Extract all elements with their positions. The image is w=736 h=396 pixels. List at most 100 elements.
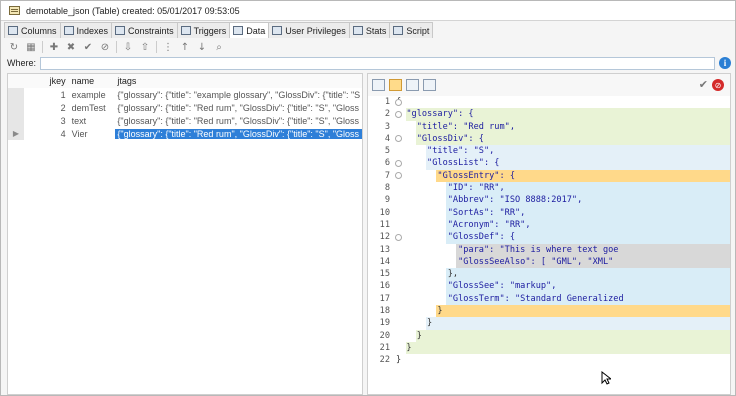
line-text: "Abbrev": "ISO 8888:2017", xyxy=(396,194,730,207)
tree-view-icon[interactable] xyxy=(406,79,419,91)
code-line[interactable]: 20 } xyxy=(368,329,730,342)
tab-triggers[interactable]: Triggers xyxy=(176,22,231,38)
code-line[interactable]: 14 "GlossSeeAlso": [ "GML", "XML" xyxy=(368,255,730,269)
tab-bar: Columns Indexes Constraints Triggers Data Use… xyxy=(4,22,434,38)
export-icon[interactable]: ⇧ xyxy=(138,41,152,54)
code-line[interactable]: 8 "ID": "RR", xyxy=(368,182,730,195)
data-grid[interactable]: jkey name jtags 1 example {"glossary": {"t… xyxy=(7,73,363,395)
code-line[interactable]: 18 } xyxy=(368,305,730,318)
line-text: }, xyxy=(396,268,730,281)
tab-script[interactable]: Script xyxy=(389,22,434,38)
sort-asc-icon[interactable]: ↑ xyxy=(178,41,192,54)
line-text: "GlossList": { xyxy=(396,157,730,170)
line-number: 11 xyxy=(368,218,396,232)
code-line[interactable]: 10 "SortAs": "RR", xyxy=(368,206,730,219)
code-line[interactable]: 21 } xyxy=(368,341,730,355)
table-icon xyxy=(9,6,20,15)
cell-jtags[interactable]: {"glossary": {"title": "Red rum", "Gloss… xyxy=(115,103,362,113)
line-number: 10 xyxy=(368,206,396,219)
line-number: 6 xyxy=(368,157,396,170)
cell-jtags[interactable]: {"glossary": {"title": "Red rum", "Gloss… xyxy=(115,128,362,139)
code-line[interactable]: 15 }, xyxy=(368,268,730,281)
window-title: demotable_json (Table) created: 05/01/20… xyxy=(26,5,240,16)
delete-icon[interactable]: ✖ xyxy=(64,41,78,54)
column-header-jkey[interactable]: jkey xyxy=(24,76,70,86)
line-text: } xyxy=(396,341,730,355)
commit-icon[interactable]: ✔ xyxy=(81,41,95,54)
find-icon[interactable]: ⌕ xyxy=(212,41,226,54)
fold-toggle-icon[interactable] xyxy=(395,98,402,106)
code-line[interactable]: 3 "title": "Red rum", xyxy=(368,120,730,133)
table-row[interactable]: ▶ 4 Vier {"glossary": {"title": "Red rum", … xyxy=(8,127,362,140)
column-header-name[interactable]: name xyxy=(70,76,116,86)
fold-toggle-icon[interactable] xyxy=(395,160,402,167)
format-icon[interactable] xyxy=(372,79,385,91)
line-number: 4 xyxy=(368,132,396,146)
code-line[interactable]: 13 "para": "This is where text goe xyxy=(368,243,730,256)
cell-jtags[interactable]: {"glossary": {"title": "example glossary… xyxy=(115,90,362,100)
tab-user-privileges[interactable]: User Privileges xyxy=(268,22,350,38)
tab-stats[interactable]: Stats xyxy=(348,22,391,38)
code-line[interactable]: 22} xyxy=(368,354,730,367)
highlight-icon[interactable] xyxy=(389,79,402,91)
code-line[interactable]: 5 "title": "S", xyxy=(368,145,730,158)
tab-data[interactable]: Data xyxy=(229,22,270,38)
code-line[interactable]: 7 "GlossEntry": { xyxy=(368,169,730,183)
row-selector[interactable] xyxy=(8,101,24,114)
tab-indexes[interactable]: Indexes xyxy=(59,22,113,38)
toolbar-separator xyxy=(156,41,157,53)
cell-name[interactable]: example xyxy=(70,90,116,100)
cell-name[interactable]: text xyxy=(70,116,116,126)
code-line[interactable]: 2 "glossary": { xyxy=(368,108,730,121)
refresh-icon[interactable]: ↻ xyxy=(7,41,21,54)
table-row[interactable]: 2 demTest {"glossary": {"title": "Red rum"… xyxy=(8,101,362,114)
table-row[interactable]: 3 text {"glossary": {"title": "Red rum", "… xyxy=(8,114,362,127)
grid-icon[interactable]: ▦ xyxy=(24,41,38,54)
code-line[interactable]: 1{ xyxy=(368,96,730,109)
fold-toggle-icon[interactable] xyxy=(395,233,402,241)
cell-name[interactable]: Vier xyxy=(70,129,116,139)
cell-jkey[interactable]: 3 xyxy=(24,116,70,126)
code-line[interactable]: 17 "GlossTerm": "Standard Generalized xyxy=(368,292,730,306)
cell-jkey[interactable]: 2 xyxy=(24,103,70,113)
fold-toggle-icon[interactable] xyxy=(395,110,402,118)
row-selector[interactable] xyxy=(8,114,24,127)
filter-icon[interactable]: ⋮ xyxy=(161,41,175,54)
code-line[interactable]: 19 } xyxy=(368,317,730,330)
cancel-icon[interactable]: ⊘ xyxy=(712,79,724,91)
add-icon[interactable]: ✚ xyxy=(47,41,61,54)
cell-jkey[interactable]: 4 xyxy=(24,129,70,139)
toolbar-separator xyxy=(42,41,43,53)
current-row-indicator-icon[interactable]: ▶ xyxy=(8,127,24,140)
column-header-jtags[interactable]: jtags xyxy=(115,76,362,86)
code-line[interactable]: 6 "GlossList": { xyxy=(368,157,730,170)
code-line[interactable]: 9 "Abbrev": "ISO 8888:2017", xyxy=(368,194,730,207)
tab-constraints[interactable]: Constraints xyxy=(111,22,178,38)
info-icon[interactable]: i xyxy=(719,57,731,69)
cell-name[interactable]: demTest xyxy=(70,103,116,113)
line-text: "para": "This is where text goe xyxy=(396,243,730,256)
cancel-icon[interactable]: ⊘ xyxy=(98,41,112,54)
line-text: "ID": "RR", xyxy=(396,182,730,195)
sort-desc-icon[interactable]: ↓ xyxy=(195,41,209,54)
mouse-cursor-icon xyxy=(601,371,611,385)
line-number: 16 xyxy=(368,280,396,293)
tab-columns[interactable]: Columns xyxy=(4,22,61,38)
tab-label: Data xyxy=(246,25,266,36)
apply-check-icon[interactable]: ✔ xyxy=(699,78,708,91)
text-view-icon[interactable] xyxy=(423,79,436,91)
cell-jkey[interactable]: 1 xyxy=(24,90,70,100)
import-icon[interactable]: ⇩ xyxy=(121,41,135,54)
line-number: 3 xyxy=(368,120,396,133)
code-line[interactable]: 12 "GlossDef": { xyxy=(368,231,730,244)
code-line[interactable]: 4 "GlossDiv": { xyxy=(368,132,730,146)
line-number: 18 xyxy=(368,305,396,318)
code-line[interactable]: 11 "Acronym": "RR", xyxy=(368,218,730,232)
where-input[interactable] xyxy=(40,56,715,70)
code-line[interactable]: 16 "GlossSee": "markup", xyxy=(368,280,730,293)
table-row[interactable]: 1 example {"glossary": {"title": "example … xyxy=(8,88,362,101)
line-number: 13 xyxy=(368,243,396,256)
cell-jtags[interactable]: {"glossary": {"title": "Red rum", "Gloss… xyxy=(115,116,362,126)
json-code[interactable]: 1{2 "glossary": {3 "title": "Red rum",4 … xyxy=(368,96,730,367)
row-selector[interactable] xyxy=(8,88,24,101)
